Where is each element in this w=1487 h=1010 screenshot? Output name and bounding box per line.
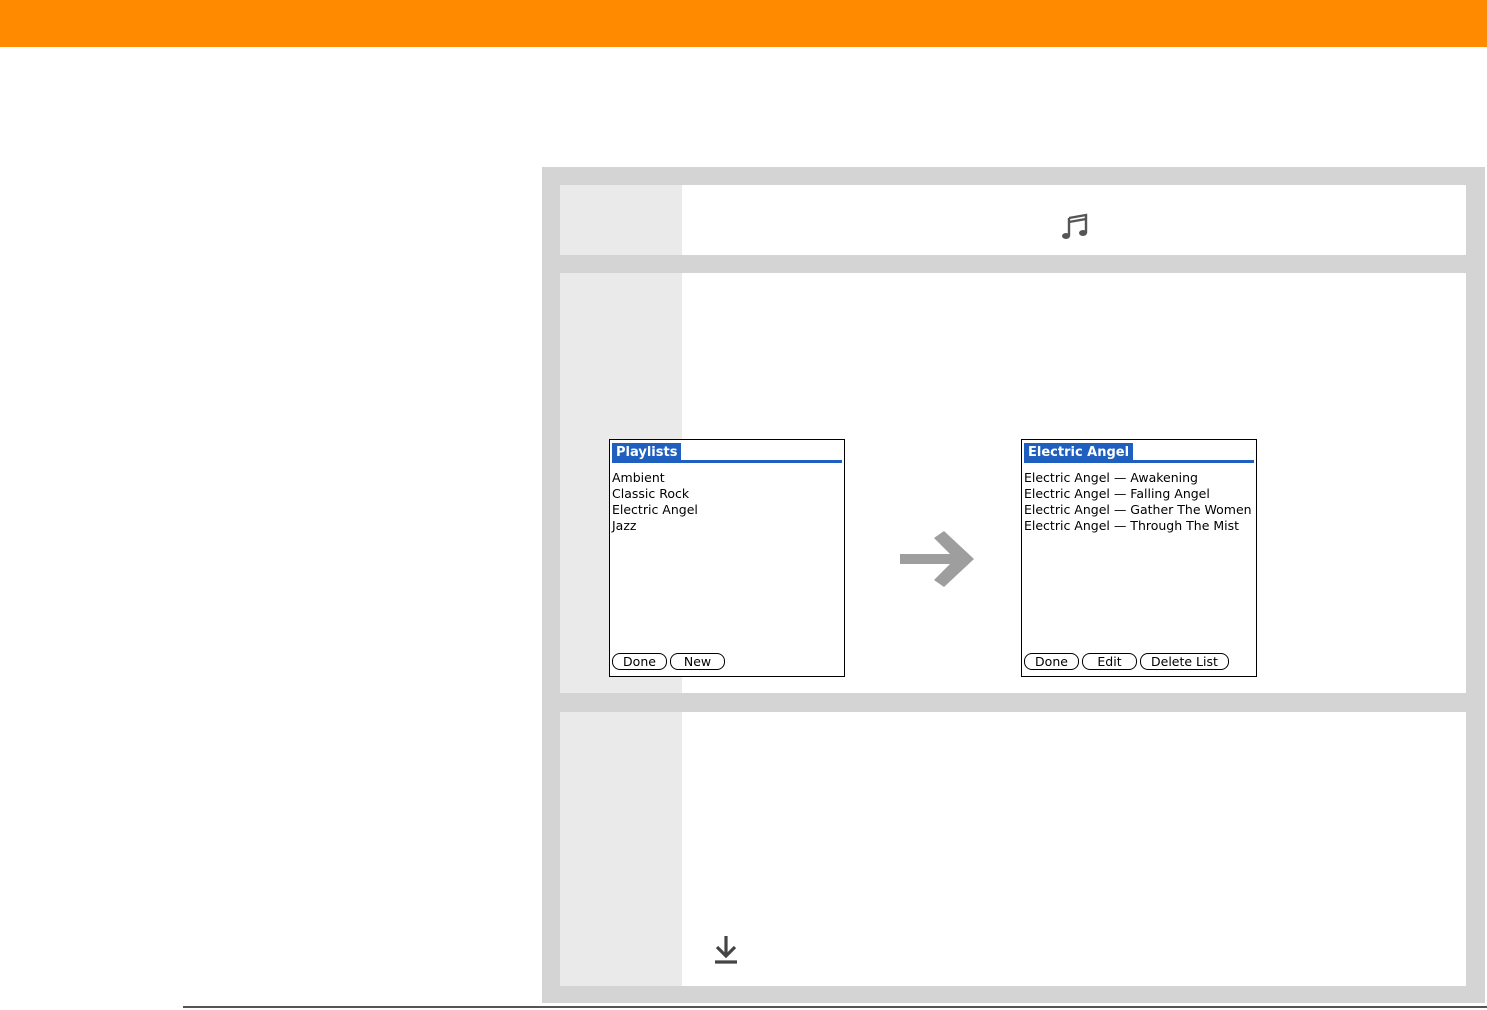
- done-button[interactable]: Done: [612, 653, 667, 670]
- steps-panel: Playlists Ambient Classic Rock Electric …: [542, 167, 1485, 1003]
- done-button[interactable]: Done: [1024, 653, 1079, 670]
- edit-button[interactable]: Edit: [1082, 653, 1137, 670]
- header-bar: [0, 0, 1487, 47]
- title-underline: [1024, 460, 1254, 463]
- step-3-number-column: [560, 712, 682, 986]
- playlist-item[interactable]: Jazz: [612, 518, 842, 534]
- song-item[interactable]: Electric Angel — Falling Angel: [1024, 486, 1254, 502]
- playlist-item[interactable]: Classic Rock: [612, 486, 842, 502]
- playlists-screen: Playlists Ambient Classic Rock Electric …: [609, 439, 845, 677]
- new-button[interactable]: New: [670, 653, 725, 670]
- songs-list: Electric Angel — Awakening Electric Ange…: [1024, 470, 1254, 534]
- electric-angel-screen: Electric Angel Electric Angel — Awakenin…: [1021, 439, 1257, 677]
- step-1-number-column: [560, 185, 682, 255]
- song-item[interactable]: Electric Angel — Gather The Women: [1024, 502, 1254, 518]
- step-3: [560, 712, 1466, 986]
- title-underline: [612, 460, 842, 463]
- song-item[interactable]: Electric Angel — Awakening: [1024, 470, 1254, 486]
- playlist-item[interactable]: Electric Angel: [612, 502, 842, 518]
- song-item[interactable]: Electric Angel — Through The Mist: [1024, 518, 1254, 534]
- step-1: [560, 185, 1466, 255]
- delete-list-button[interactable]: Delete List: [1140, 653, 1229, 670]
- download-arrow-icon: [715, 936, 737, 964]
- music-note-icon: [1062, 213, 1088, 239]
- right-arrow-icon: [900, 531, 974, 587]
- playlist-item[interactable]: Ambient: [612, 470, 842, 486]
- electric-angel-buttons: Done Edit Delete List: [1024, 653, 1232, 672]
- footer-rule: [183, 1006, 1487, 1008]
- playlists-buttons: Done New: [612, 653, 728, 672]
- playlists-list: Ambient Classic Rock Electric Angel Jazz: [612, 470, 842, 534]
- step-2: Playlists Ambient Classic Rock Electric …: [560, 273, 1466, 693]
